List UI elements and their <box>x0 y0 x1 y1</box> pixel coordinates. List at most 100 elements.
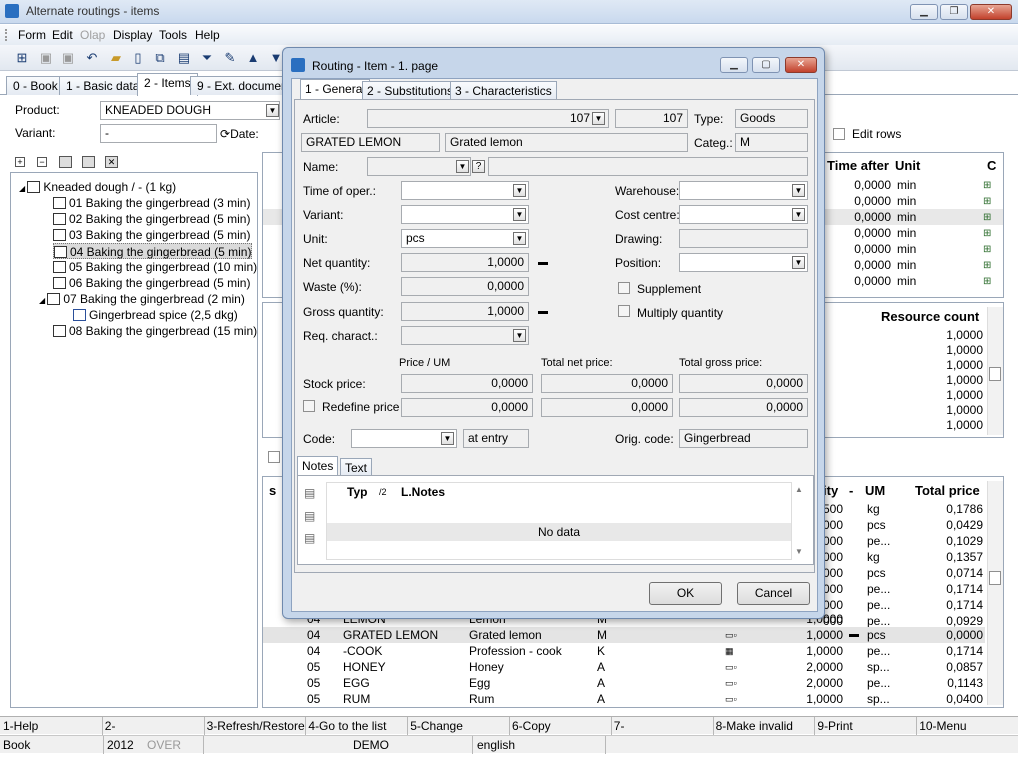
copy-icon[interactable]: ⧉ <box>152 50 168 66</box>
fkey-9[interactable]: 9-Print <box>817 719 852 733</box>
tab-characteristics[interactable]: 3 - Characteristics <box>450 81 557 100</box>
variant-field[interactable] <box>401 205 529 224</box>
tree-collapse-icon[interactable]: ◢ <box>19 184 27 193</box>
save-icon[interactable]: ▣ <box>38 50 54 66</box>
menu-form[interactable]: Form <box>18 28 46 42</box>
tab-items[interactable]: 2 - Items <box>137 73 198 96</box>
tree-collapse-icon[interactable]: ◢ <box>39 296 47 305</box>
tree-item[interactable]: 03 Baking the gingerbread (5 min) <box>53 227 250 243</box>
notes-scroll-up-icon[interactable]: ▲ <box>795 485 803 494</box>
tree-item[interactable]: 06 Baking the gingerbread (5 min) <box>53 275 250 291</box>
fkey-4[interactable]: 4-Go to the list <box>308 719 386 733</box>
tree-item-selected[interactable]: 04 Baking the gingerbread (5 min) <box>53 243 253 259</box>
col-total-price[interactable]: Total price <box>915 483 980 498</box>
unit-field[interactable]: pcs <box>401 229 529 248</box>
name-help-button[interactable]: ? <box>472 160 485 173</box>
note-delete-icon[interactable]: ▤ <box>304 531 315 545</box>
tab-basic-data[interactable]: 1 - Basic data <box>59 76 147 95</box>
redef-gross-field[interactable]: 0,0000 <box>679 398 808 417</box>
code-dropdown-icon[interactable]: ▼ <box>441 432 454 445</box>
cost-centre-dropdown-icon[interactable]: ▼ <box>792 208 805 221</box>
col-typ[interactable]: Typ <box>347 485 367 499</box>
redefine-price-checkbox[interactable] <box>303 400 315 412</box>
variant-dropdown-icon[interactable]: ▼ <box>513 208 526 221</box>
cancel-button[interactable]: Cancel <box>737 582 810 605</box>
article-number-field[interactable]: 107 <box>615 109 688 128</box>
tree-tool-2-icon[interactable] <box>82 156 95 168</box>
fkey-8[interactable]: 8-Make invalid <box>716 719 793 733</box>
tab-substitutions[interactable]: 2 - Substitutions <box>362 81 459 100</box>
tree-root[interactable]: ◢ Kneaded dough / - (1 kg) <box>19 179 176 195</box>
tree-item[interactable]: 05 Baking the gingerbread (10 min) <box>53 259 257 275</box>
stock-price-field[interactable]: 0,0000 <box>401 374 533 393</box>
multiply-checkbox[interactable] <box>618 305 630 317</box>
tab-book[interactable]: 0 - Book <box>6 76 65 95</box>
cost-centre-field[interactable] <box>679 205 808 224</box>
menu-tools[interactable]: Tools <box>159 28 187 42</box>
minimize-icon[interactable]: ▁ <box>910 4 938 20</box>
tree-item[interactable]: ◢ 07 Baking the gingerbread (2 min) <box>39 291 245 307</box>
open-folder-icon[interactable]: ▰ <box>108 50 124 66</box>
tab-ext-document[interactable]: 9 - Ext. document <box>190 76 285 95</box>
edit-rows-checkbox[interactable] <box>833 128 845 140</box>
dialog-maximize-icon[interactable]: ▢ <box>752 57 780 73</box>
note-add-icon[interactable]: ▤ <box>304 486 315 500</box>
restore-icon[interactable]: ❐ <box>940 4 968 20</box>
tree-close-icon[interactable]: ✕ <box>105 156 118 168</box>
article-dropdown-icon[interactable]: ▼ <box>592 112 605 125</box>
unit-dropdown-icon[interactable]: ▼ <box>513 232 526 245</box>
book-icon[interactable]: ▤ <box>176 50 192 66</box>
name-text-field[interactable] <box>488 157 808 176</box>
redef-price-field[interactable]: 0,0000 <box>401 398 533 417</box>
req-char-dropdown-icon[interactable]: ▼ <box>513 329 526 342</box>
undo-icon[interactable]: ↶ <box>84 50 100 66</box>
supplement-checkbox[interactable] <box>618 282 630 294</box>
scroll-thumb[interactable] <box>989 571 1001 585</box>
drawing-field[interactable] <box>679 229 808 248</box>
fkey-6[interactable]: 6-Copy <box>512 719 551 733</box>
tab-notes[interactable]: Notes <box>297 456 339 476</box>
up-arrow-icon[interactable]: ▲ <box>245 50 261 66</box>
collapse-all-icon[interactable]: − <box>37 157 47 167</box>
col-resource-count[interactable]: Resource count <box>881 309 979 324</box>
article-code-field[interactable]: GRATED LEMON <box>301 133 440 152</box>
categ-field[interactable]: M <box>735 133 808 152</box>
product-dropdown-icon[interactable]: ▼ <box>266 104 279 117</box>
notes-scroll-down-icon[interactable]: ▼ <box>795 547 803 556</box>
col-lnotes[interactable]: L.Notes <box>401 485 445 499</box>
col-unit[interactable]: Unit <box>895 158 920 173</box>
tree-tool-1-icon[interactable] <box>59 156 72 168</box>
tree-item[interactable]: 08 Baking the gingerbread (15 min) <box>53 323 257 339</box>
fkey-2[interactable]: 2- <box>105 719 116 733</box>
col-time-after[interactable]: Time after <box>827 158 889 173</box>
menu-help[interactable]: Help <box>195 28 220 42</box>
fkey-1[interactable]: 1-Help <box>3 719 38 733</box>
name-dropdown-icon[interactable]: ▼ <box>456 160 469 173</box>
scroll-thumb[interactable] <box>989 367 1001 381</box>
col-quantity[interactable]: ity <box>823 483 838 498</box>
net-qty-field[interactable]: 1,0000 <box>401 253 529 272</box>
fkey-3[interactable]: 3-Refresh/Restore <box>207 719 305 733</box>
filter-icon[interactable]: ⏷ <box>199 50 215 66</box>
col-dash[interactable]: - <box>849 483 853 498</box>
note-edit-icon[interactable]: ▤ <box>304 509 315 523</box>
type-field[interactable]: Goods <box>735 109 808 128</box>
time-oper-dropdown-icon[interactable]: ▼ <box>513 184 526 197</box>
position-field[interactable] <box>679 253 808 272</box>
grid2-scrollbar[interactable] <box>987 307 1003 435</box>
product-field[interactable]: KNEADED DOUGH <box>100 101 280 120</box>
article-field[interactable]: 107 <box>367 109 609 128</box>
grid-checkbox[interactable] <box>268 451 280 463</box>
fkey-5[interactable]: 5-Change <box>410 719 463 733</box>
position-dropdown-icon[interactable]: ▼ <box>792 256 805 269</box>
req-char-field[interactable] <box>401 326 529 345</box>
gross-qty-field[interactable]: 1,0000 <box>401 302 529 321</box>
waste-field[interactable]: 0,0000 <box>401 277 529 296</box>
stock-net-field[interactable]: 0,0000 <box>541 374 673 393</box>
col-c[interactable]: C <box>987 158 996 173</box>
col-s[interactable]: s <box>269 483 276 498</box>
warehouse-dropdown-icon[interactable]: ▼ <box>792 184 805 197</box>
menu-display[interactable]: Display <box>113 28 152 42</box>
new-document-icon[interactable]: ▯ <box>130 50 146 66</box>
fkey-10[interactable]: 10-Menu <box>919 719 966 733</box>
